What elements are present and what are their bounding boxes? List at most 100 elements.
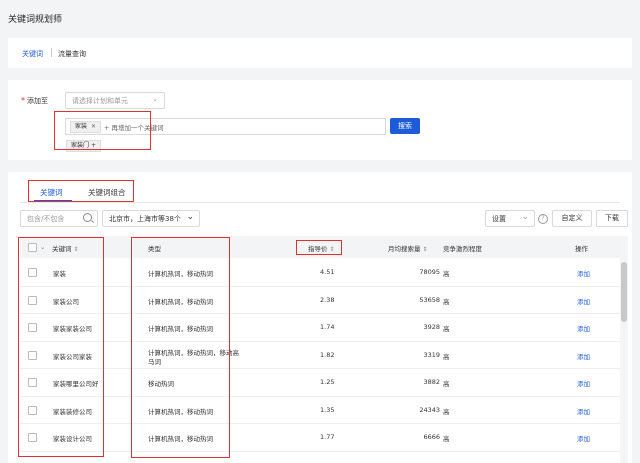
tab-divider — [51, 48, 52, 57]
add-icon[interactable]: + — [91, 142, 96, 149]
sort-icon[interactable]: ⇕ — [423, 246, 428, 253]
row-checkbox[interactable] — [28, 350, 37, 360]
add-keyword-link[interactable]: 添加 — [577, 323, 590, 333]
scrollbar[interactable] — [620, 236, 628, 463]
cell-price: 4.51 — [320, 268, 335, 276]
cell-price: 1.82 — [320, 350, 335, 359]
search-button[interactable]: 搜索 — [390, 118, 420, 134]
col-monthly-label: 月均搜索量 — [388, 245, 421, 253]
add-keyword-link[interactable]: 添加 — [577, 378, 590, 388]
plan-unit-select[interactable]: 请选择计划和单元 ⌄ — [65, 92, 165, 109]
col-price[interactable]: 指导价 ⇕ — [308, 243, 335, 253]
region-select[interactable]: 北京市，上海市等38个 ⌄ — [102, 210, 200, 227]
table-row: 家装装修公司 计算机热词，移动热词 1.35 24343 高 添加 — [20, 396, 620, 424]
settings-label: 设置 — [492, 215, 506, 223]
top-tab-bar: 关键词 流量查询 — [8, 38, 632, 68]
cell-type: 移动热词 — [148, 380, 174, 388]
close-icon[interactable]: ✕ — [91, 123, 96, 130]
table-header: ⌄ 关键词 ⇕ 类型 指导价 ⇕ 月均搜索量 ⇕ 竞争激烈程度 操作 — [20, 236, 620, 258]
row-checkbox[interactable] — [28, 323, 37, 332]
cell-monthly-search: 6666 — [423, 433, 440, 441]
cell-price: 1.35 — [320, 405, 335, 414]
add-to-label: 添加至 — [27, 97, 48, 105]
cell-competition: 高 — [443, 325, 450, 333]
cell-price: 1.74 — [320, 323, 335, 331]
cell-price: 1.77 — [320, 433, 335, 441]
add-keyword-link[interactable]: 添加 — [577, 433, 590, 443]
include-exclude-filter[interactable]: 包含/不包含 — [20, 210, 98, 227]
cell-monthly-search: 3882 — [423, 378, 440, 386]
cell-monthly-search: 53658 — [419, 295, 440, 304]
table-row: 家装设计公司 计算机热词，移动热词 1.77 6666 高 添加 — [20, 423, 620, 452]
cell-price: 2.38 — [320, 295, 335, 304]
row-checkbox[interactable] — [28, 295, 37, 305]
row-checkbox[interactable] — [28, 405, 37, 415]
filter-placeholder: 包含/不包含 — [27, 215, 65, 223]
keyword-tag-2[interactable]: 家装门 + — [66, 140, 101, 152]
table-row: 家装公司 计算机热词，移动热词 2.38 53658 高 添加 — [20, 286, 620, 314]
region-value: 北京市，上海市等38个 — [109, 215, 181, 223]
keyword-tag-label: 家装 — [75, 123, 88, 130]
settings-select[interactable]: 设置 ⌄ — [485, 210, 535, 227]
col-price-label: 指导价 — [308, 245, 328, 253]
col-keyword-label: 关键词 — [52, 245, 72, 253]
cell-type: 计算机热词，移动热词 — [148, 435, 213, 443]
table-row: 家装公司家装 计算机热词，移动热词，移动高 马词 1.82 3319 高 添加 — [20, 341, 620, 369]
tab-keywords[interactable]: 关键词 — [40, 187, 63, 198]
col-keyword[interactable]: 关键词 ⇕ — [52, 243, 79, 253]
row-checkbox[interactable] — [28, 378, 37, 387]
help-icon[interactable]: ? — [538, 214, 548, 224]
col-monthly-search[interactable]: 月均搜索量 ⇕ — [388, 243, 428, 253]
col-action: 操作 — [575, 245, 588, 253]
search-icon[interactable] — [83, 213, 92, 222]
sort-icon[interactable]: ⇕ — [330, 246, 335, 253]
cell-keyword: 家装设计公司 — [53, 435, 92, 443]
sort-icon[interactable]: ⇕ — [74, 246, 79, 253]
add-keyword-link[interactable]: 添加 — [577, 351, 590, 361]
keyword-tag2-label: 家装门 — [71, 142, 90, 149]
cell-keyword: 家装 — [53, 270, 66, 278]
col-type: 类型 — [148, 245, 161, 253]
customize-button[interactable]: 自定义 — [552, 210, 592, 227]
cell-monthly-search: 3928 — [423, 323, 440, 331]
table-row: 家装家装公司 计算机热词，移动热词 1.74 3928 高 添加 — [20, 313, 620, 342]
cell-competition: 高 — [443, 270, 450, 278]
tab-keyword[interactable]: 关键词 — [22, 49, 43, 59]
cell-monthly-search: 3319 — [423, 350, 440, 359]
required-mark: * — [21, 96, 25, 105]
cell-competition: 高 — [443, 380, 450, 388]
chevron-down-icon: ⌄ — [521, 212, 529, 222]
cell-type-line2: 马词 — [148, 357, 161, 366]
row-checkbox[interactable] — [28, 268, 37, 277]
scrollbar-thumb[interactable] — [621, 262, 627, 322]
table-row: 家装 计算机热词，移动热词 4.51 78095 高 添加 — [20, 258, 620, 287]
cell-price: 1.25 — [320, 378, 335, 386]
cell-type: 计算机热词，移动热词 — [148, 270, 213, 278]
table-row: 家装哪里公司好 移动热词 1.25 3882 高 添加 — [20, 368, 620, 397]
tab-keyword-combos[interactable]: 关键词组合 — [88, 187, 126, 198]
select-all-checkbox[interactable] — [28, 243, 37, 252]
row-checkbox[interactable] — [28, 433, 37, 442]
cell-type: 计算机热词，移动热词 — [148, 297, 213, 306]
cell-keyword: 家装家装公司 — [53, 325, 92, 333]
download-button[interactable]: 下载 — [596, 210, 628, 227]
keyword-tag[interactable]: 家装 ✕ — [70, 121, 102, 133]
chevron-down-icon[interactable]: ⌄ — [40, 243, 45, 251]
cell-keyword: 家装公司家装 — [53, 352, 92, 361]
page-title: 关键词规划师 — [8, 15, 63, 25]
add-keyword-link[interactable]: 添加 — [577, 296, 590, 306]
chevron-down-icon: ⌄ — [152, 95, 158, 103]
tabs-divider — [20, 202, 620, 203]
cell-type: 计算机热词，移动热词，移动高 — [148, 348, 239, 357]
chevron-down-icon: ⌄ — [186, 212, 194, 222]
keyword-add-placeholder[interactable]: + 再增加一个关键词 — [104, 122, 164, 132]
keyword-input[interactable]: 家装 ✕ + 再增加一个关键词 — [65, 118, 386, 135]
add-keyword-link[interactable]: 添加 — [577, 268, 590, 278]
add-keyword-panel: * 添加至 请选择计划和单元 ⌄ 家装 ✕ + 再增加一个关键词 搜索 家装门 + — [8, 80, 632, 160]
tab-traffic-query[interactable]: 流量查询 — [58, 49, 86, 59]
cell-type: 计算机热词，移动热词 — [148, 407, 213, 416]
results-panel: 关键词 关键词组合 包含/不包含 北京市，上海市等38个 ⌄ 设置 ⌄ ? 自定… — [8, 172, 632, 463]
add-keyword-link[interactable]: 添加 — [577, 406, 590, 416]
cell-keyword: 家装装修公司 — [53, 407, 92, 416]
cell-competition: 高 — [443, 352, 450, 361]
